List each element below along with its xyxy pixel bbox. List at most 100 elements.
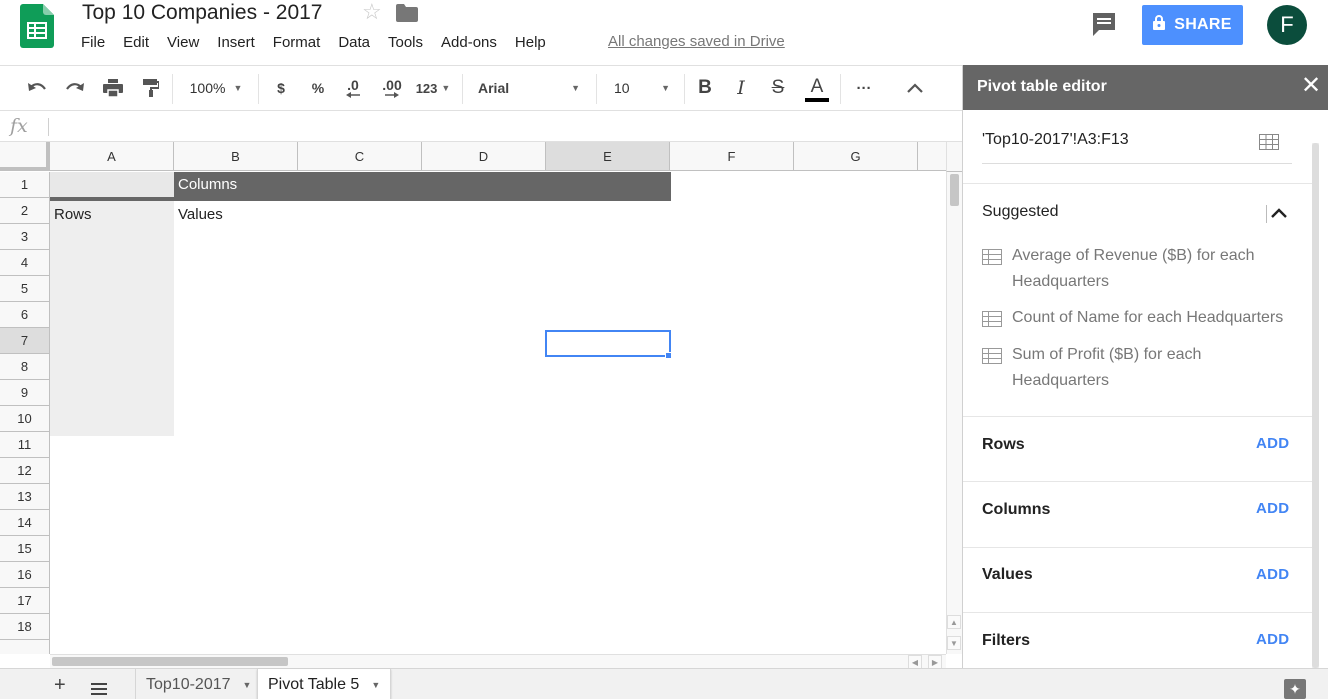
column-header-b[interactable]: B xyxy=(174,142,298,171)
select-all-corner[interactable] xyxy=(0,142,50,171)
column-header-c[interactable]: C xyxy=(298,142,422,171)
add-sheet-button[interactable]: + xyxy=(54,675,66,695)
horizontal-scrollbar[interactable]: ◀ ▶ xyxy=(50,654,946,669)
columns-add-button[interactable]: ADD xyxy=(1256,500,1289,517)
document-title[interactable]: Top 10 Companies - 2017 xyxy=(82,1,323,25)
section-divider xyxy=(963,416,1312,417)
menu-addons[interactable]: Add-ons xyxy=(432,31,506,55)
scroll-left-arrow-icon[interactable]: ◀ xyxy=(908,655,922,669)
row-header-2[interactable]: 2 xyxy=(0,198,50,224)
section-divider xyxy=(963,547,1312,548)
menu-help[interactable]: Help xyxy=(506,31,555,55)
save-status-link[interactable]: All changes saved in Drive xyxy=(608,33,785,51)
close-icon[interactable]: ✕ xyxy=(1301,74,1321,98)
row-header-15[interactable]: 15 xyxy=(0,536,50,562)
grid-select-icon[interactable] xyxy=(1259,134,1279,155)
pivot-range-field[interactable]: 'Top10-2017'!A3:F13 xyxy=(982,131,1129,149)
column-header-a[interactable]: A xyxy=(50,142,174,171)
row-header-19[interactable] xyxy=(0,640,50,654)
menu-edit[interactable]: Edit xyxy=(114,31,158,55)
zoom-select[interactable]: 100% ▼ xyxy=(180,66,252,110)
sheet-tab-top10[interactable]: Top10-2017 ▼ xyxy=(135,669,261,699)
sheet-tab-pivot[interactable]: Pivot Table 5 ▼ xyxy=(257,669,392,699)
more-toolbar-button[interactable]: ··· xyxy=(848,66,880,110)
percent-format-button[interactable]: % xyxy=(304,66,332,110)
chevron-down-icon[interactable]: ▼ xyxy=(243,680,252,690)
row-header-14[interactable]: 14 xyxy=(0,510,50,536)
decrease-decimal-button[interactable]: .0 xyxy=(338,66,368,110)
scroll-right-arrow-icon[interactable]: ▶ xyxy=(928,655,942,669)
increase-decimal-button[interactable]: .00 xyxy=(376,66,408,110)
share-button[interactable]: SHARE xyxy=(1142,5,1243,45)
row-header-7[interactable]: 7 xyxy=(0,328,50,354)
rows-add-button[interactable]: ADD xyxy=(1256,435,1289,452)
rows-section-label: Rows xyxy=(982,436,1025,453)
account-avatar[interactable]: F xyxy=(1267,5,1307,45)
scroll-up-arrow-icon[interactable]: ▲ xyxy=(947,615,961,629)
row-header-10[interactable]: 10 xyxy=(0,406,50,432)
row-header-9[interactable]: 9 xyxy=(0,380,50,406)
vertical-scroll-thumb[interactable] xyxy=(950,174,959,206)
italic-button[interactable]: I xyxy=(728,66,754,110)
strikethrough-button[interactable]: S xyxy=(764,66,792,110)
row-header-4[interactable]: 4 xyxy=(0,250,50,276)
column-header-g[interactable]: G xyxy=(794,142,918,171)
vertical-scrollbar[interactable]: ▲ ▼ xyxy=(946,172,962,654)
row-header-3[interactable]: 3 xyxy=(0,224,50,250)
all-sheets-button[interactable] xyxy=(91,679,107,699)
paint-format-button[interactable] xyxy=(136,66,166,110)
menu-view[interactable]: View xyxy=(158,31,208,55)
formula-input[interactable] xyxy=(62,115,952,137)
scroll-down-arrow-icon[interactable]: ▼ xyxy=(947,636,961,650)
row-header-12[interactable]: 12 xyxy=(0,458,50,484)
star-icon[interactable]: ☆ xyxy=(362,0,382,24)
fill-handle[interactable] xyxy=(665,352,672,359)
spreadsheet-grid[interactable]: A B C D E F G 1 2 3 4 5 6 7 8 9 10 11 12… xyxy=(0,142,946,654)
row-header-5[interactable]: 5 xyxy=(0,276,50,302)
pivot-table-icon xyxy=(982,348,1002,369)
more-formats-button[interactable]: 123 ▼ xyxy=(412,66,454,110)
sheet-tab-label: Top10-2017 xyxy=(146,675,231,693)
font-family-select[interactable]: Arial ▼ xyxy=(468,66,590,110)
currency-format-button[interactable]: $ xyxy=(268,66,294,110)
menu-file[interactable]: File xyxy=(72,31,114,55)
values-add-button[interactable]: ADD xyxy=(1256,566,1289,583)
pivot-editor-scrollbar[interactable] xyxy=(1312,143,1319,668)
column-header-h[interactable] xyxy=(918,142,946,171)
menu-data[interactable]: Data xyxy=(329,31,379,55)
menu-format[interactable]: Format xyxy=(264,31,330,55)
row-header-6[interactable]: 6 xyxy=(0,302,50,328)
row-header-1[interactable]: 1 xyxy=(0,172,50,198)
menu-tools[interactable]: Tools xyxy=(379,31,432,55)
collapse-menus-button[interactable] xyxy=(900,66,930,110)
menu-insert[interactable]: Insert xyxy=(208,31,264,55)
column-header-e[interactable]: E xyxy=(546,142,670,171)
row-header-17[interactable]: 17 xyxy=(0,588,50,614)
font-size-select[interactable]: 10 ▼ xyxy=(604,66,680,110)
column-header-d[interactable]: D xyxy=(422,142,546,171)
section-divider xyxy=(963,183,1312,184)
selected-cell-e7[interactable] xyxy=(545,330,671,357)
collapse-suggested-button[interactable] xyxy=(1266,205,1290,223)
row-header-11[interactable]: 11 xyxy=(0,432,50,458)
print-button[interactable] xyxy=(98,66,128,110)
undo-button[interactable] xyxy=(22,66,52,110)
row-header-13[interactable]: 13 xyxy=(0,484,50,510)
text-color-button[interactable]: A xyxy=(802,66,832,110)
formula-bar: fx xyxy=(0,111,962,142)
horizontal-scroll-thumb[interactable] xyxy=(52,657,288,666)
filters-add-button[interactable]: ADD xyxy=(1256,631,1289,648)
folder-icon[interactable] xyxy=(396,4,418,22)
sheets-logo[interactable] xyxy=(20,4,54,48)
column-header-f[interactable]: F xyxy=(670,142,794,171)
sheets-app: Top 10 Companies - 2017 ☆ File Edit View… xyxy=(0,0,1328,699)
row-header-8[interactable]: 8 xyxy=(0,354,50,380)
pivot-editor-scroll-thumb[interactable] xyxy=(1312,143,1319,668)
redo-button[interactable] xyxy=(60,66,90,110)
comments-button[interactable] xyxy=(1090,10,1118,38)
chevron-down-icon[interactable]: ▼ xyxy=(371,680,380,690)
bold-button[interactable]: B xyxy=(692,66,718,110)
row-header-18[interactable]: 18 xyxy=(0,614,50,640)
row-header-16[interactable]: 16 xyxy=(0,562,50,588)
explore-button[interactable]: ✦ xyxy=(1284,679,1306,699)
